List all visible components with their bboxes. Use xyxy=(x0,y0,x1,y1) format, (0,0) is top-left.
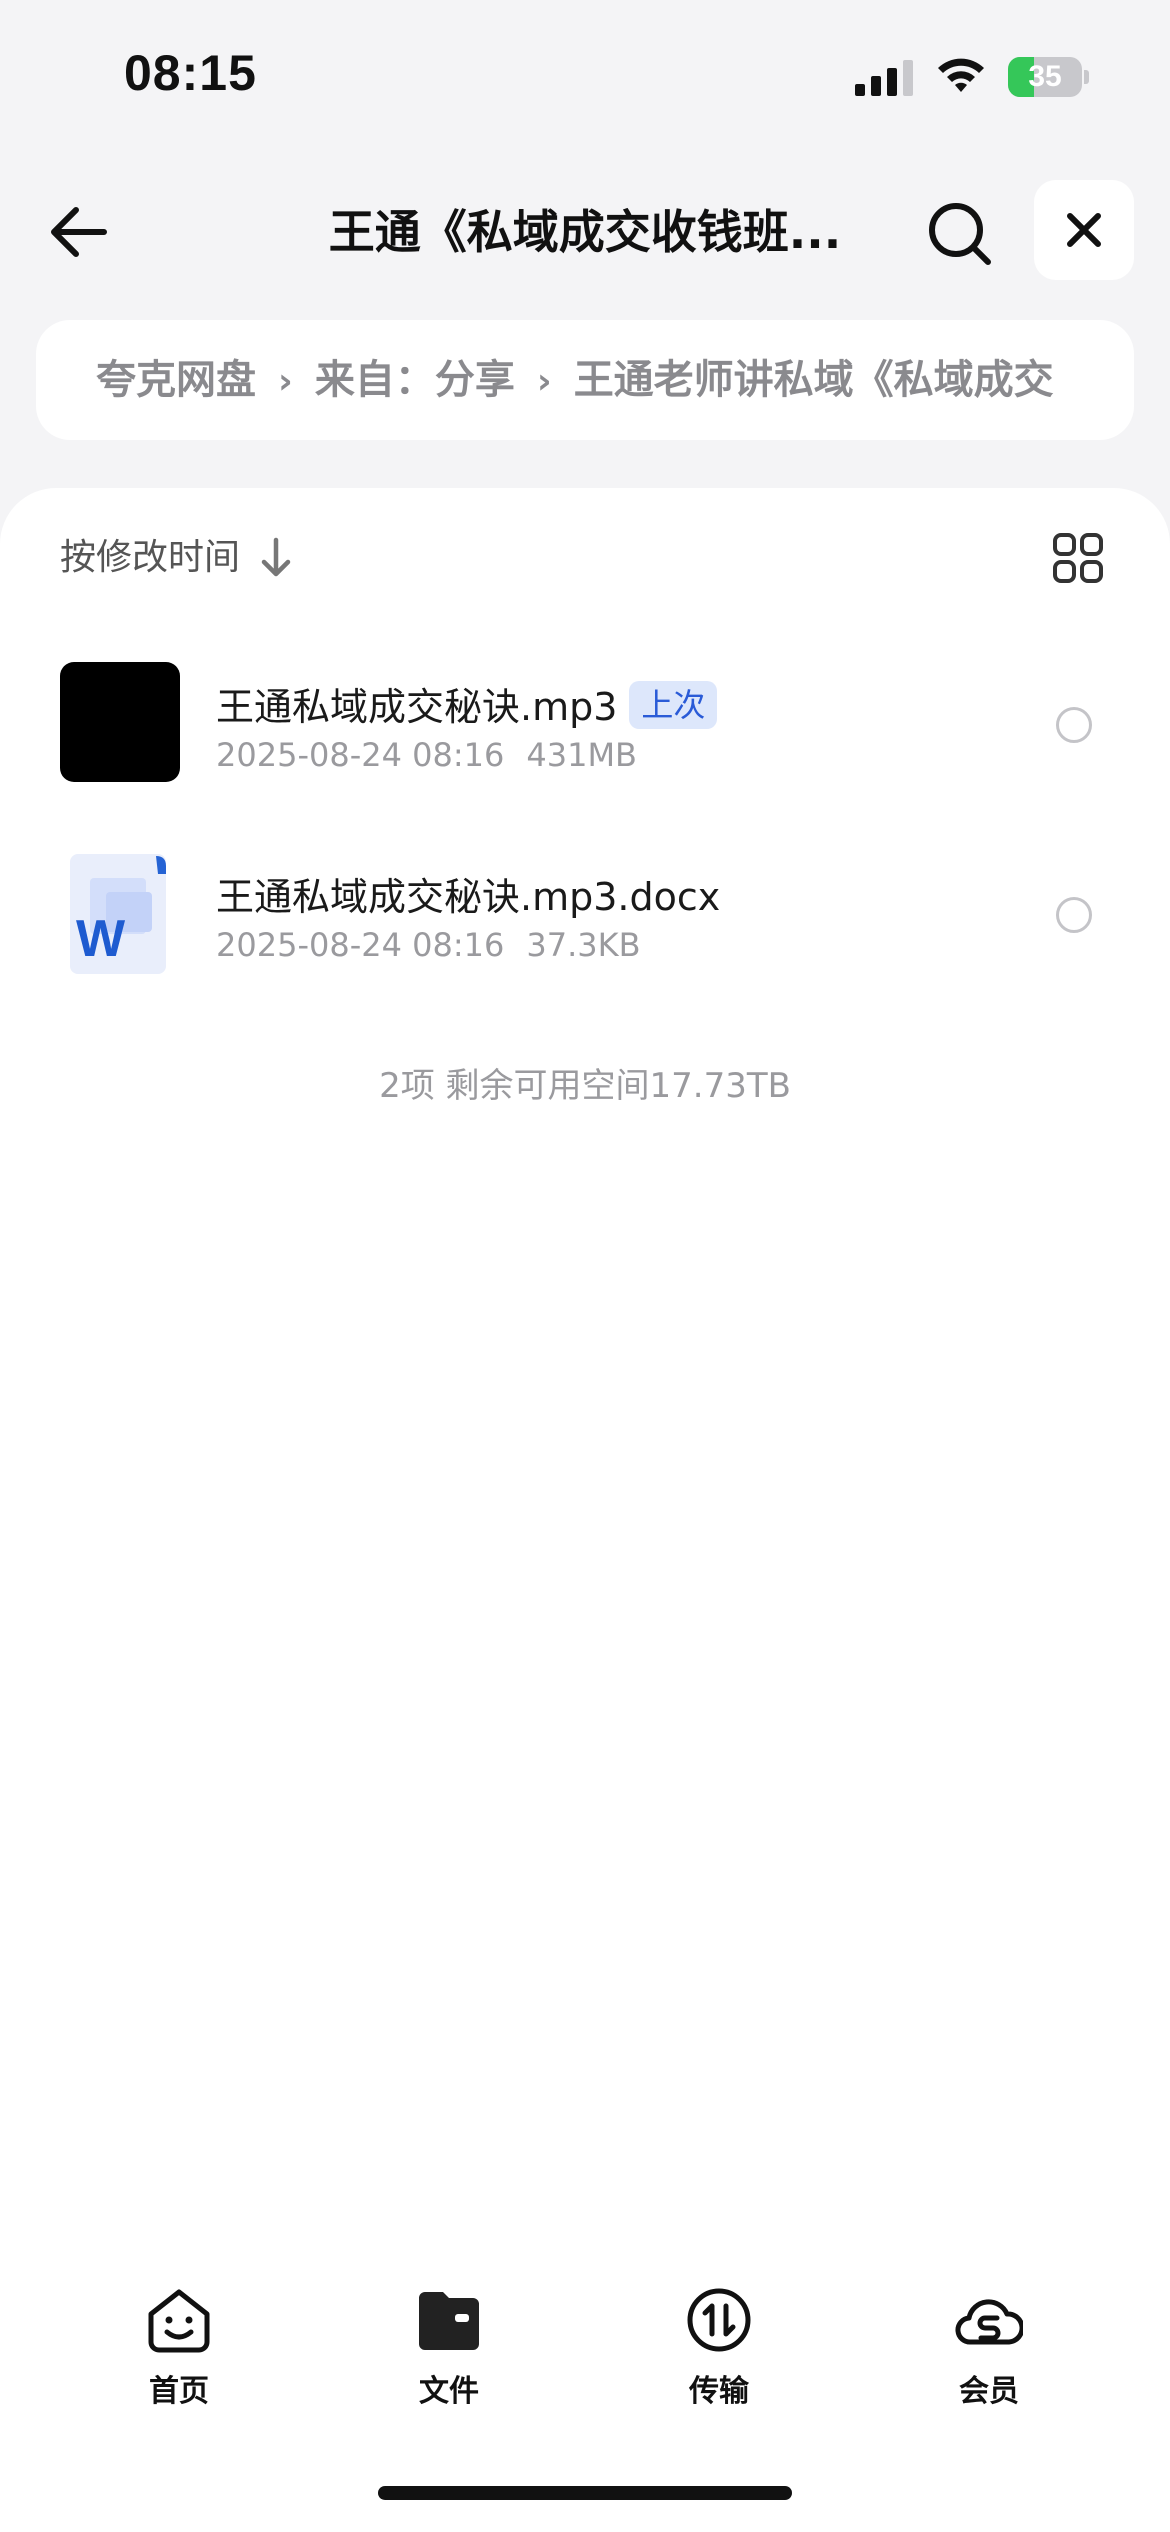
breadcrumb-item-current[interactable]: 王通老师讲私域《私域成交 xyxy=(574,357,1054,403)
tab-label: 会员 xyxy=(959,2374,1019,2409)
select-radio[interactable] xyxy=(1056,897,1092,933)
folder-icon xyxy=(419,2292,479,2350)
smiley-home-icon xyxy=(148,2289,210,2353)
sort-button[interactable]: 按修改时间 xyxy=(60,528,240,588)
battery-indicator: 35 xyxy=(1008,57,1089,97)
close-icon xyxy=(1067,213,1101,247)
chevron-right-icon: › xyxy=(536,361,552,402)
select-radio[interactable] xyxy=(1056,707,1092,743)
transfer-icon xyxy=(687,2288,751,2352)
status-time: 08:15 xyxy=(124,45,257,101)
breadcrumb-item-share[interactable]: 来自：分享 xyxy=(315,357,515,403)
file-name-text: 王通私域成交秘诀.mp3.docx xyxy=(216,875,721,919)
chevron-right-icon: › xyxy=(278,361,293,402)
arrow-down-icon[interactable] xyxy=(258,536,294,580)
svg-text:W: W xyxy=(76,910,126,968)
file-size: 37.3KB xyxy=(526,926,641,964)
tab-label: 文件 xyxy=(419,2374,479,2409)
battery-level: 35 xyxy=(1028,60,1062,93)
tab-home[interactable]: 首页 xyxy=(104,2286,254,2416)
file-name-text: 王通私域成交秘诀.mp3 xyxy=(216,685,618,729)
wifi-icon xyxy=(938,58,984,92)
tab-label: 传输 xyxy=(689,2374,749,2409)
breadcrumb: 夸克网盘 › 来自：分享 › 王通老师讲私域《私域成交 xyxy=(36,320,1134,440)
file-date: 2025-08-24 08:16 xyxy=(216,926,505,964)
storage-summary: 2项 剩余可用空间17.73TB xyxy=(379,1066,791,1106)
arrow-left-icon[interactable] xyxy=(44,196,116,268)
tab-files[interactable]: 文件 xyxy=(374,2286,524,2416)
file-size: 431MB xyxy=(526,736,637,774)
file-meta: 2025-08-24 08:16 431MB xyxy=(216,736,637,774)
battery-cap xyxy=(1084,70,1089,84)
file-name: 王通私域成交秘诀.mp3 上次 xyxy=(216,676,718,731)
home-indicator[interactable] xyxy=(378,2486,792,2500)
tab-member[interactable]: 会员 xyxy=(914,2286,1064,2416)
file-meta: 2025-08-24 08:16 37.3KB xyxy=(216,926,641,964)
grid-view-icon[interactable] xyxy=(1052,532,1104,584)
tab-label: 首页 xyxy=(149,2374,209,2409)
battery-body: 35 xyxy=(1008,57,1082,97)
file-date: 2025-08-24 08:16 xyxy=(216,736,505,774)
status-bar: 08:15 35 xyxy=(0,0,1170,150)
close-button[interactable] xyxy=(1034,180,1134,280)
cloud-member-icon xyxy=(955,2299,1023,2345)
search-icon[interactable] xyxy=(922,196,998,272)
page-title: 王通《私域成交收钱班... xyxy=(328,205,842,259)
tab-transfer[interactable]: 传输 xyxy=(644,2286,794,2416)
word-doc-icon: W xyxy=(70,854,166,974)
list-item[interactable]: W 王通私域成交秘诀.mp3.docx 2025-08-24 08:16 37.3… xyxy=(0,830,1170,1000)
breadcrumb-trail: 夸克网盘 › 来自：分享 › 王通老师讲私域《私域成交 xyxy=(96,320,1054,440)
cellular-signal-icon xyxy=(855,60,913,96)
breadcrumb-item-root[interactable]: 夸克网盘 xyxy=(96,357,256,403)
audio-thumbnail xyxy=(60,662,180,782)
list-item[interactable]: 王通私域成交秘诀.mp3 上次 2025-08-24 08:16 431MB xyxy=(0,640,1170,810)
last-opened-badge: 上次 xyxy=(629,681,718,729)
